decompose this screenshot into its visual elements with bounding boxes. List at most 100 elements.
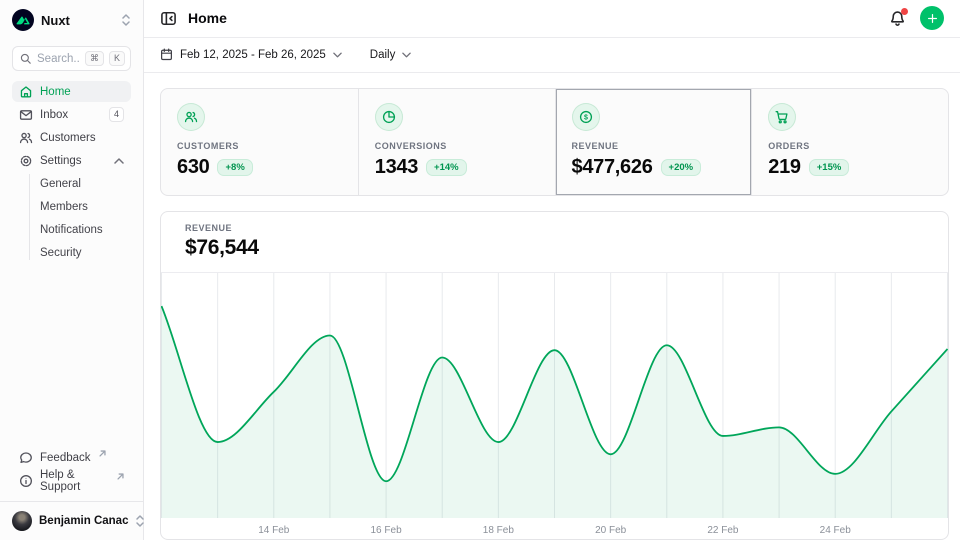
inbox-count-badge: 4 [109, 107, 124, 123]
users-icon [177, 103, 205, 131]
users-icon [19, 131, 33, 145]
nuxt-logo-icon [12, 9, 34, 31]
external-link-icon [117, 473, 124, 480]
stat-card-orders[interactable]: ORDERS 219 +15% [751, 89, 948, 195]
stat-label: REVENUE [572, 141, 736, 151]
stat-delta-badge: +15% [809, 159, 850, 176]
stats-row: CUSTOMERS 630 +8% CONVERSIONS 1343 +14% [160, 88, 949, 196]
help-support-link[interactable]: Help & Support [12, 470, 131, 491]
sidebar-item-inbox[interactable]: Inbox 4 [12, 104, 131, 125]
x-axis-tick: 18 Feb [483, 525, 515, 536]
user-name: Benjamin Canac [39, 515, 128, 527]
feedback-link[interactable]: Feedback [12, 447, 131, 468]
search-input-wrapper[interactable]: ⌘ K [12, 46, 131, 71]
period-value: Daily [370, 49, 396, 61]
sub-item-label: Members [40, 201, 88, 213]
footer-link-label: Feedback [40, 452, 91, 464]
info-icon [19, 474, 33, 488]
stat-label: CUSTOMERS [177, 141, 342, 151]
user-menu[interactable]: Benjamin Canac [10, 509, 133, 533]
plus-icon [926, 12, 939, 25]
period-select[interactable]: Daily [362, 45, 420, 65]
inbox-icon [19, 108, 33, 122]
search-input[interactable] [37, 53, 80, 65]
date-range-picker[interactable]: Feb 12, 2025 - Feb 26, 2025 [152, 44, 350, 65]
sidebar-item-members[interactable]: Members [12, 196, 131, 217]
svg-text:$: $ [584, 114, 588, 121]
sidebar-item-label: Settings [40, 155, 82, 167]
stat-card-customers[interactable]: CUSTOMERS 630 +8% [161, 89, 358, 195]
chart-pie-icon [375, 103, 403, 131]
chat-bubble-icon [19, 451, 33, 465]
x-axis-tick: 16 Feb [371, 525, 403, 536]
chevron-down-icon [333, 52, 342, 58]
dashboard-app: Nuxt ⌘ K Home Inbox 4 [0, 0, 960, 540]
stat-value: 219 [768, 156, 800, 179]
stat-value: $477,626 [572, 156, 653, 179]
revenue-area-chart: 14 Feb 16 Feb 18 Feb 20 Feb 22 Feb 24 Feb [161, 273, 948, 539]
stat-delta-badge: +14% [426, 159, 467, 176]
date-range-value: Feb 12, 2025 - Feb 26, 2025 [180, 49, 326, 61]
x-axis-tick: 20 Feb [595, 525, 627, 536]
add-button[interactable] [920, 6, 944, 30]
stat-label: CONVERSIONS [375, 141, 539, 151]
sidebar-item-label: Inbox [40, 109, 68, 121]
stat-value: 630 [177, 156, 209, 179]
stat-card-conversions[interactable]: CONVERSIONS 1343 +14% [358, 89, 555, 195]
x-axis-tick: 24 Feb [820, 525, 852, 536]
chart-plot-area[interactable]: 14 Feb 16 Feb 18 Feb 20 Feb 22 Feb 24 Feb [161, 272, 948, 539]
sidebar-footer: Feedback Help & Support [0, 447, 143, 497]
sub-item-label: Notifications [40, 224, 103, 236]
home-icon [19, 85, 33, 99]
search-icon [20, 53, 32, 65]
page-title: Home [188, 10, 227, 26]
footer-link-label: Help & Support [40, 469, 109, 493]
stat-delta-badge: +8% [217, 159, 252, 176]
collapse-sidebar-button[interactable] [160, 10, 177, 27]
kbd-cmd: ⌘ [85, 51, 104, 66]
user-section: Benjamin Canac [0, 501, 143, 540]
notifications-button[interactable] [889, 10, 906, 27]
chevron-up-down-icon [121, 13, 131, 27]
chart-header: REVENUE $76,544 [161, 212, 948, 272]
revenue-chart-panel: REVENUE $76,544 14 Feb 16 Feb 18 Feb 20 Feb… [160, 211, 949, 540]
workspace-selector[interactable]: Nuxt [0, 0, 143, 40]
sub-item-label: Security [40, 247, 82, 259]
sidebar: Nuxt ⌘ K Home Inbox 4 [0, 0, 144, 540]
sidebar-item-settings[interactable]: Settings [12, 150, 131, 171]
sidebar-item-label: Customers [40, 132, 96, 144]
x-axis-tick: 22 Feb [707, 525, 739, 536]
chevron-down-icon [402, 52, 411, 58]
gear-icon [19, 154, 33, 168]
avatar [12, 511, 32, 531]
kbd-k: K [109, 51, 125, 66]
sidebar-spacer [0, 265, 143, 447]
settings-submenu: General Members Notifications Security [12, 173, 131, 263]
main-area: Home Feb 12, 2025 - Feb 26, 2025 [144, 0, 960, 540]
sidebar-nav: Home Inbox 4 Customers Settings [0, 81, 143, 265]
top-header: Home [144, 0, 960, 38]
calendar-icon [160, 48, 173, 61]
shopping-cart-icon [768, 103, 796, 131]
x-axis-tick: 14 Feb [258, 525, 290, 536]
stat-label: ORDERS [768, 141, 932, 151]
chart-label: REVENUE [185, 223, 924, 233]
notification-dot [901, 8, 908, 15]
workspace-name: Nuxt [41, 13, 114, 28]
sidebar-item-general[interactable]: General [12, 173, 131, 194]
circle-dollar-icon: $ [572, 103, 600, 131]
external-link-icon [99, 450, 106, 457]
sidebar-item-security[interactable]: Security [12, 242, 131, 263]
sidebar-item-label: Home [40, 86, 71, 98]
content: CUSTOMERS 630 +8% CONVERSIONS 1343 +14% [144, 73, 960, 540]
stat-card-revenue[interactable]: $ REVENUE $477,626 +20% [555, 89, 752, 195]
sidebar-item-notifications[interactable]: Notifications [12, 219, 131, 240]
sidebar-item-customers[interactable]: Customers [12, 127, 131, 148]
stat-delta-badge: +20% [661, 159, 702, 176]
sidebar-item-home[interactable]: Home [12, 81, 131, 102]
filter-toolbar: Feb 12, 2025 - Feb 26, 2025 Daily [144, 38, 960, 73]
header-actions [889, 6, 944, 30]
sub-item-label: General [40, 178, 81, 190]
chevron-up-icon [114, 158, 124, 164]
chart-value: $76,544 [185, 236, 924, 260]
